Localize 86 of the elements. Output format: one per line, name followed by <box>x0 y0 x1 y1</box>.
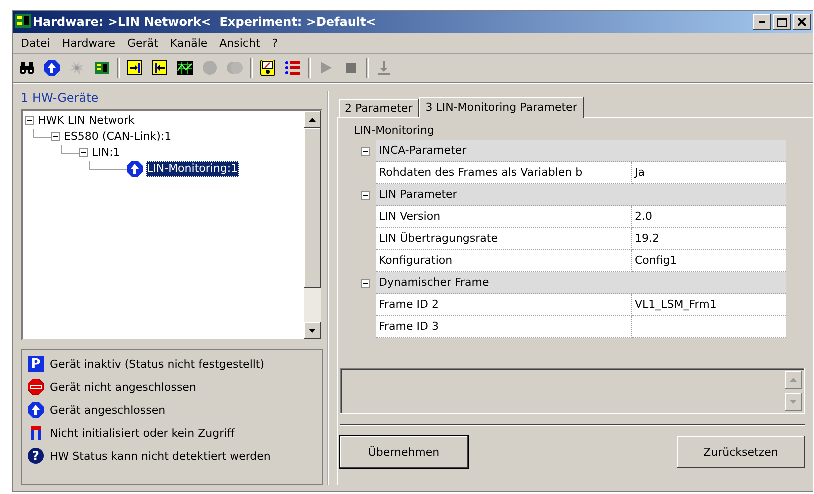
up-arrow-octagon-icon <box>127 161 143 177</box>
window-title: Hardware: >LIN Network< Experiment: >Default< <box>33 15 378 29</box>
tree-connector <box>89 161 127 170</box>
scroll-thumb[interactable] <box>304 128 321 288</box>
legend-text: Nicht initialisiert oder kein Zugriff <box>50 426 235 440</box>
up-arrow-octagon-icon <box>44 60 60 76</box>
barrier-icon <box>28 425 44 441</box>
list-icon <box>285 60 301 76</box>
down-arrow-icon <box>790 400 797 404</box>
menu-item[interactable]: Ansicht <box>214 36 266 50</box>
stop-icon <box>343 60 359 76</box>
maximize-icon <box>777 18 787 26</box>
property-value[interactable]: 19.2 <box>632 228 786 250</box>
tree-connector <box>61 145 79 154</box>
tab[interactable]: 3 LIN-Monitoring Parameter <box>418 97 584 118</box>
property-value[interactable]: 2.0 <box>632 206 786 228</box>
property-name: Frame ID 3 <box>376 316 632 338</box>
property-value[interactable]: VL1_LSM_Frm1 <box>632 294 786 316</box>
section-header[interactable]: INCA-Parameter <box>376 140 786 162</box>
tab[interactable]: 2 Parameter <box>339 99 419 117</box>
double-circle-icon <box>227 60 243 76</box>
import-icon <box>127 60 143 76</box>
property-value[interactable] <box>632 316 786 338</box>
close-button[interactable] <box>793 14 811 30</box>
help-icon: ? <box>28 448 44 464</box>
dialog-button[interactable]: Übernehmen <box>340 436 468 468</box>
gauge-icon <box>260 60 276 76</box>
legend-text: Gerät nicht angeschlossen <box>50 380 196 394</box>
scroll-down-button[interactable] <box>304 322 321 339</box>
up-arrow-icon <box>790 378 797 382</box>
toolbar-button[interactable] <box>258 58 278 78</box>
tree-item[interactable]: ES580 (CAN-Link):1 <box>63 129 173 145</box>
circle-icon <box>202 60 218 76</box>
collapse-toggle[interactable] <box>360 146 370 156</box>
down-arrow-icon <box>309 328 316 332</box>
burst-icon <box>69 60 85 76</box>
minimize-button[interactable] <box>753 14 771 30</box>
circuit-board-icon <box>94 60 110 76</box>
scroll-up-button[interactable] <box>304 111 321 128</box>
scrollbar[interactable] <box>304 111 321 339</box>
tree-connector <box>33 129 51 138</box>
panel-title: 1 HW-Geräte <box>21 91 99 105</box>
stop-sign-icon <box>28 379 44 395</box>
toolbar-button[interactable] <box>125 58 145 78</box>
property-name: LIN Übertragungsrate <box>376 228 632 250</box>
expand-toggle[interactable] <box>79 148 88 157</box>
legend-text: Gerät angeschlossen <box>50 404 166 416</box>
toolbar-button[interactable] <box>150 58 170 78</box>
tree-item[interactable]: LIN-Monitoring:1 <box>146 161 240 177</box>
minimize-icon <box>759 21 765 23</box>
section-header[interactable]: LIN Parameter <box>376 184 786 206</box>
group-title: LIN-Monitoring <box>354 124 434 137</box>
up-arrow-icon <box>309 118 316 122</box>
tree-item[interactable]: LIN:1 <box>91 145 122 161</box>
app-icon <box>15 12 31 28</box>
toolbar-button[interactable] <box>42 58 62 78</box>
section-header[interactable]: Dynamischer Frame <box>376 272 786 294</box>
menu-item[interactable]: Hardware <box>56 36 122 50</box>
toolbar-button[interactable] <box>175 58 195 78</box>
menu-item[interactable]: ? <box>266 36 284 50</box>
play-icon <box>318 60 334 76</box>
export-icon <box>152 60 168 76</box>
binoculars-icon <box>19 60 35 76</box>
up-arrow-octagon-icon <box>28 402 44 418</box>
dialog-button[interactable]: Zurücksetzen <box>677 436 805 468</box>
expand-toggle[interactable] <box>51 132 60 141</box>
legend-text: HW Status kann nicht detektiert werden <box>50 450 271 462</box>
tree-item[interactable]: HWK LIN Network <box>37 113 136 129</box>
collapse-toggle[interactable] <box>360 190 370 200</box>
property-name: Konfiguration <box>376 250 632 272</box>
maximize-button[interactable] <box>773 14 791 30</box>
property-name: Rohdaten des Frames als Variablen b <box>376 162 632 184</box>
menu-item[interactable]: Datei <box>15 36 56 50</box>
property-name: LIN Version <box>376 206 632 228</box>
property-value[interactable]: Config1 <box>632 250 786 272</box>
menu-item[interactable]: Kanäle <box>164 36 214 50</box>
collapse-toggle[interactable] <box>360 278 370 288</box>
expand-toggle[interactable] <box>25 116 34 125</box>
property-value[interactable]: Ja <box>632 162 786 184</box>
close-icon <box>798 18 806 26</box>
download-icon <box>376 60 392 76</box>
oscilloscope-icon <box>177 60 193 76</box>
legend-text: Gerät inaktiv (Status nicht festgestellt) <box>50 358 265 370</box>
parking-sign: P <box>28 356 44 372</box>
property-name: Frame ID 2 <box>376 294 632 316</box>
menu-item[interactable]: Gerät <box>121 36 164 50</box>
